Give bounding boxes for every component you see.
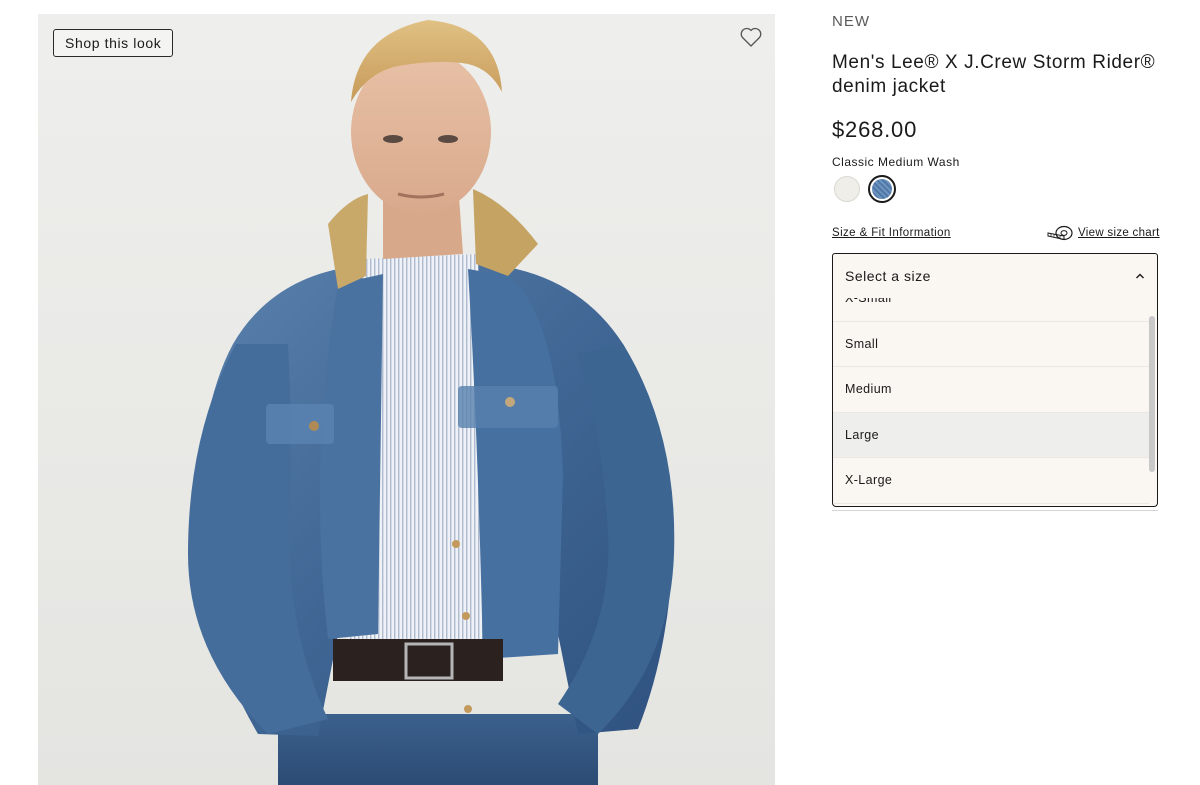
shop-this-look-button[interactable]: Shop this look xyxy=(53,29,174,57)
dropdown-scrollbar[interactable] xyxy=(1149,316,1155,472)
view-size-chart-link[interactable]: View size chart xyxy=(1047,223,1160,243)
chevron-up-icon xyxy=(1136,273,1144,279)
heart-outline-icon[interactable] xyxy=(739,26,763,48)
size-select-value: Select a size xyxy=(845,268,931,284)
size-option-x-large[interactable]: X-Large xyxy=(833,458,1149,504)
size-select[interactable]: Select a size xyxy=(832,253,1158,299)
swatch-denim-fill xyxy=(872,179,892,199)
size-option-x-small[interactable]: X-Small xyxy=(833,298,1149,322)
measuring-tape-icon xyxy=(1047,225,1073,241)
size-fit-information-link[interactable]: Size & Fit Information xyxy=(832,227,951,239)
size-option-large[interactable]: Large xyxy=(833,412,1149,458)
model-photo xyxy=(188,20,675,785)
divider xyxy=(832,510,1158,511)
new-badge: NEW xyxy=(832,13,870,30)
swatch-cream[interactable] xyxy=(834,176,860,202)
size-options-list[interactable]: X-Small Small Medium Large X-Large xyxy=(832,298,1158,507)
size-option-small[interactable]: Small xyxy=(833,322,1149,367)
size-option-medium[interactable]: Medium xyxy=(833,367,1149,413)
product-price: $268.00 xyxy=(832,117,918,142)
view-size-chart-label: View size chart xyxy=(1078,227,1160,239)
swatch-classic-medium-wash[interactable] xyxy=(868,175,896,203)
color-name: Classic Medium Wash xyxy=(832,155,960,169)
product-image[interactable]: Shop this look xyxy=(38,14,775,785)
product-title: Men's Lee® X J.Crew Storm Rider® denim j… xyxy=(832,52,1156,97)
